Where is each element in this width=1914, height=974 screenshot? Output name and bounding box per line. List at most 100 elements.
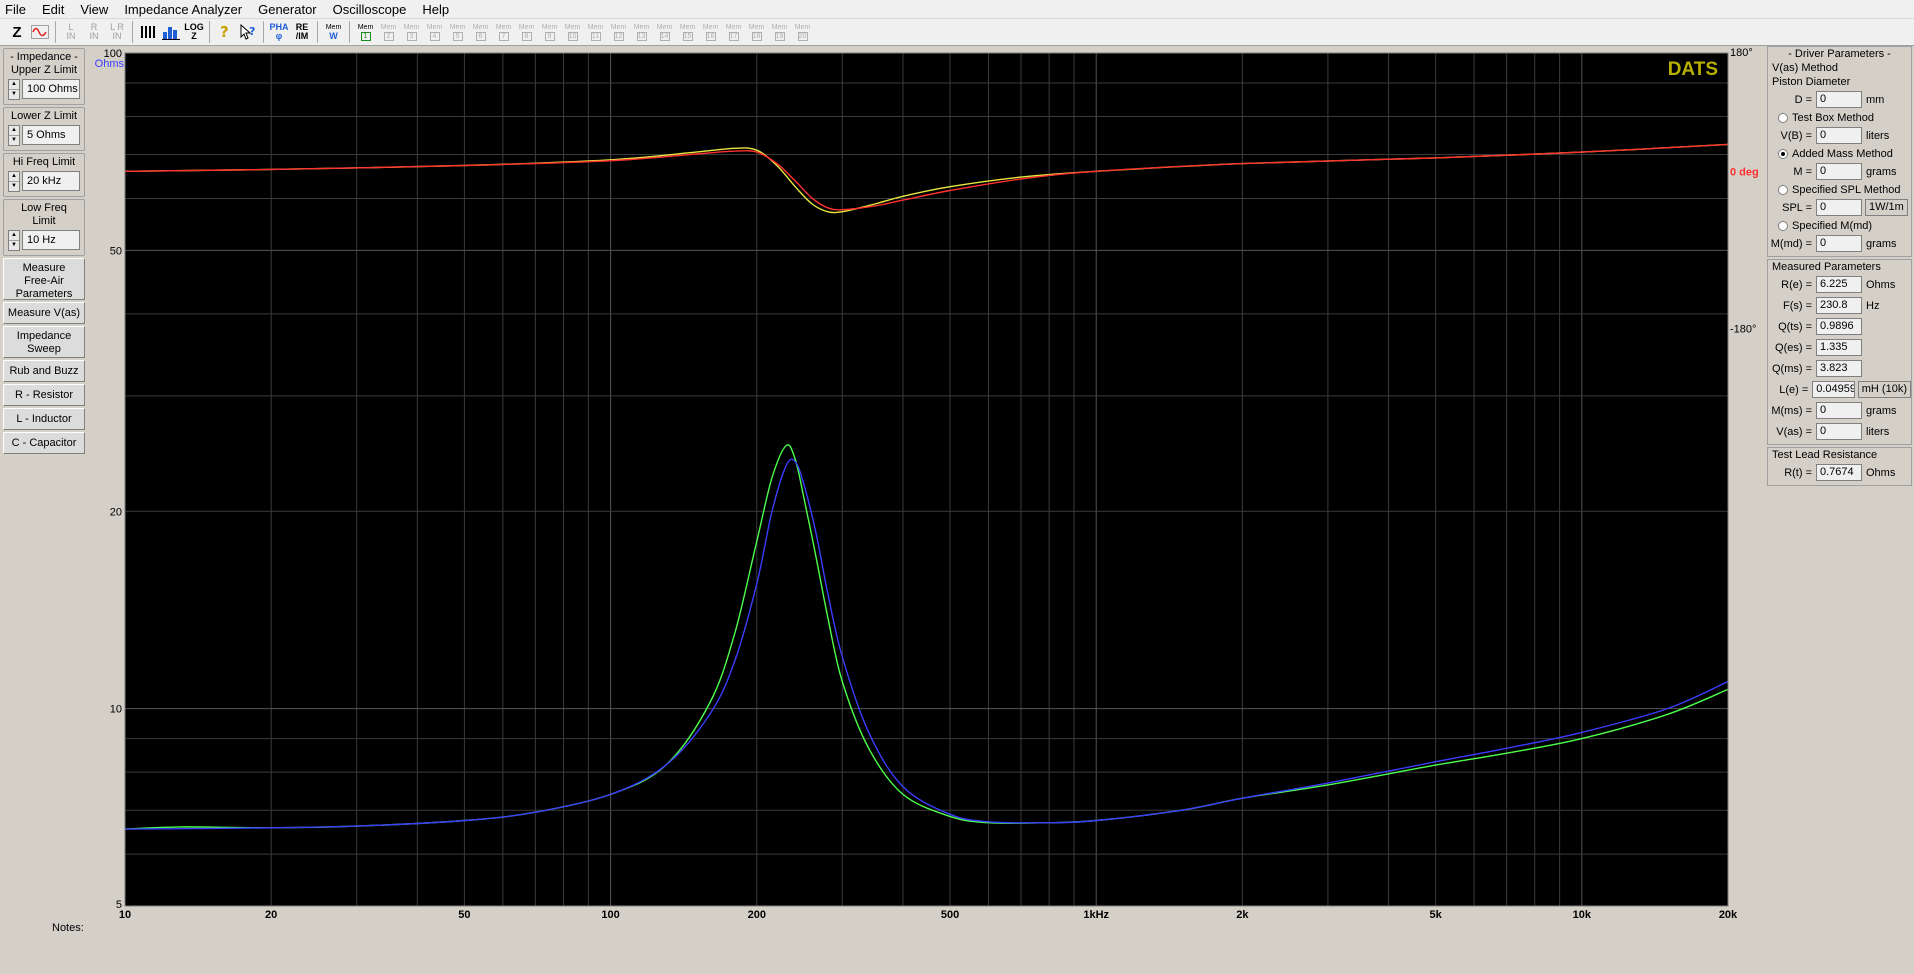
mem-slot-number: 9	[544, 31, 555, 41]
x-tick-label: 1kHz	[1083, 909, 1109, 920]
specified-mmd-radio[interactable]: Specified M(md)	[1768, 218, 1911, 233]
specified-spl-label: Specified SPL Method	[1792, 183, 1901, 196]
mem-slot-4-button[interactable]: Mem 4	[423, 21, 446, 43]
upper-z-up-icon[interactable]: ▲	[9, 80, 19, 90]
test-box-radio-icon[interactable]	[1778, 112, 1788, 123]
param-label: Q(ms) =	[1771, 362, 1812, 375]
mem-slot-number: 17	[728, 31, 739, 41]
specified-spl-radio[interactable]: Specified SPL Method	[1768, 182, 1911, 197]
capacitor-button[interactable]: C - Capacitor	[3, 432, 85, 454]
test-box-radio[interactable]: Test Box Method	[1768, 110, 1911, 125]
mem-slot-number: 18	[751, 31, 762, 41]
question-icon[interactable]: ?	[214, 21, 236, 43]
impedance-plot[interactable]: DATS Ohms 100 50 20 10 5 10 20 50 100 200 500 1kHz 2k 5…	[90, 46, 1763, 920]
inductor-button[interactable]: L - Inductor	[3, 408, 85, 430]
menu-oscilloscope[interactable]: Oscilloscope	[325, 0, 415, 19]
hi-freq-up-icon[interactable]: ▲	[9, 172, 19, 182]
mass-field[interactable]: 0	[1816, 163, 1862, 180]
right-input-button[interactable]: R IN	[83, 21, 105, 43]
menu-help[interactable]: Help	[414, 0, 457, 19]
mem-slot-number: 3	[406, 31, 417, 41]
menu-view[interactable]: View	[72, 0, 116, 19]
x-tick-label: 5k	[1430, 909, 1443, 920]
low-freq-field[interactable]: 10 Hz	[22, 230, 80, 250]
mem-slot-18-button[interactable]: Mem 18	[745, 21, 768, 43]
param-unit: mH (10k)	[1857, 381, 1911, 398]
mem-slot-2-button[interactable]: Mem 2	[377, 21, 400, 43]
rt-label: R(t) =	[1784, 466, 1812, 479]
spl-field[interactable]: 0	[1816, 199, 1862, 216]
histogram-icon[interactable]	[160, 21, 182, 43]
hi-freq-down-icon[interactable]: ▼	[9, 182, 19, 191]
low-freq-up-icon[interactable]: ▲	[9, 231, 19, 241]
resistor-button[interactable]: R - Resistor	[3, 384, 85, 406]
rt-unit: Ohms	[1866, 466, 1896, 479]
menu-impedance-analyzer[interactable]: Impedance Analyzer	[116, 0, 250, 19]
low-freq-down-icon[interactable]: ▼	[9, 241, 19, 250]
specified-spl-radio-icon[interactable]	[1778, 184, 1788, 195]
mem-slot-number: 5	[452, 31, 463, 41]
lower-z-label: Lower Z Limit	[10, 110, 78, 122]
added-mass-radio[interactable]: Added Mass Method	[1768, 146, 1911, 161]
measure-free-air-button[interactable]: Measure Free-Air Parameters	[3, 258, 85, 300]
mem-slot-20-button[interactable]: Mem 20	[791, 21, 814, 43]
phase-button[interactable]: PHA φ	[268, 21, 290, 43]
rt-field[interactable]: 0.7674	[1816, 464, 1862, 481]
mem-slot-10-button[interactable]: Mem 10	[561, 21, 584, 43]
upper-z-field[interactable]: 100 Ohms	[22, 79, 80, 99]
stereo-input-button[interactable]: L R IN	[106, 21, 128, 43]
mem-slot-3-button[interactable]: Mem 3	[400, 21, 423, 43]
x-tick-label: 10	[119, 909, 131, 920]
log-z-button[interactable]: LOG Z	[183, 21, 205, 43]
mem-slot-number: 1	[360, 31, 371, 41]
lower-z-stepper: ▲ ▼ 5 Ohms	[8, 125, 80, 146]
mem-slot-8-button[interactable]: Mem 8	[515, 21, 538, 43]
menu-edit[interactable]: Edit	[34, 0, 72, 19]
mem-w-button[interactable]: Mem W	[322, 21, 345, 43]
mem-slot-17-button[interactable]: Mem 17	[722, 21, 745, 43]
mem-slot-5-button[interactable]: Mem 5	[446, 21, 469, 43]
lower-z-up-icon[interactable]: ▲	[9, 126, 19, 136]
upper-z-down-icon[interactable]: ▼	[9, 90, 19, 99]
diameter-field[interactable]: 0	[1816, 91, 1862, 108]
mem-slot-1-button[interactable]: Mem 1	[354, 21, 377, 43]
toolbar-separator	[209, 21, 210, 43]
menu-generator[interactable]: Generator	[250, 0, 325, 19]
lower-z-field[interactable]: 5 Ohms	[22, 125, 80, 145]
mem-slot-label: Mem	[541, 23, 558, 31]
context-help-icon[interactable]: ?	[237, 21, 259, 43]
left-input-button[interactable]: L IN	[60, 21, 82, 43]
mem-slot-13-button[interactable]: Mem 13	[630, 21, 653, 43]
mem-slot-19-button[interactable]: Mem 19	[768, 21, 791, 43]
re-im-button[interactable]: RE /IM	[291, 21, 313, 43]
menu-file[interactable]: File	[0, 0, 34, 19]
mem-slot-number: 15	[682, 31, 693, 41]
mem-slot-9-button[interactable]: Mem 9	[538, 21, 561, 43]
mem-slot-label: Mem	[357, 23, 374, 31]
impedance-sweep-button[interactable]: Impedance Sweep	[3, 326, 85, 358]
low-freq-group: Low Freq Limit ▲ ▼ 10 Hz	[3, 199, 85, 256]
specified-mmd-label: Specified M(md)	[1792, 219, 1873, 232]
mem-slot-6-button[interactable]: Mem 6	[469, 21, 492, 43]
hi-freq-field[interactable]: 20 kHz	[22, 171, 80, 191]
diameter-row: D = 0 mm	[1768, 89, 1911, 110]
mmd-field[interactable]: 0	[1816, 235, 1862, 252]
lower-z-down-icon[interactable]: ▼	[9, 136, 19, 145]
piston-diameter-label: Piston Diameter	[1772, 76, 1851, 88]
param-value[interactable]: 0	[1816, 402, 1862, 419]
mem-slot-11-button[interactable]: Mem 11	[584, 21, 607, 43]
mem-slot-14-button[interactable]: Mem 14	[653, 21, 676, 43]
mem-slot-7-button[interactable]: Mem 7	[492, 21, 515, 43]
mem-slot-12-button[interactable]: Mem 12	[607, 21, 630, 43]
sine-wave-icon[interactable]	[29, 21, 51, 43]
specified-mmd-radio-icon[interactable]	[1778, 220, 1788, 231]
bars-icon[interactable]	[137, 21, 159, 43]
added-mass-radio-icon[interactable]	[1778, 148, 1788, 159]
mem-slot-16-button[interactable]: Mem 16	[699, 21, 722, 43]
vb-field[interactable]: 0	[1816, 127, 1862, 144]
measure-vas-button[interactable]: Measure V(as)	[3, 302, 85, 324]
impedance-mode-button[interactable]: Z	[6, 21, 28, 43]
mem-slot-15-button[interactable]: Mem 15	[676, 21, 699, 43]
rub-and-buzz-button[interactable]: Rub and Buzz	[3, 360, 85, 382]
param-label: R(e) =	[1781, 278, 1812, 291]
